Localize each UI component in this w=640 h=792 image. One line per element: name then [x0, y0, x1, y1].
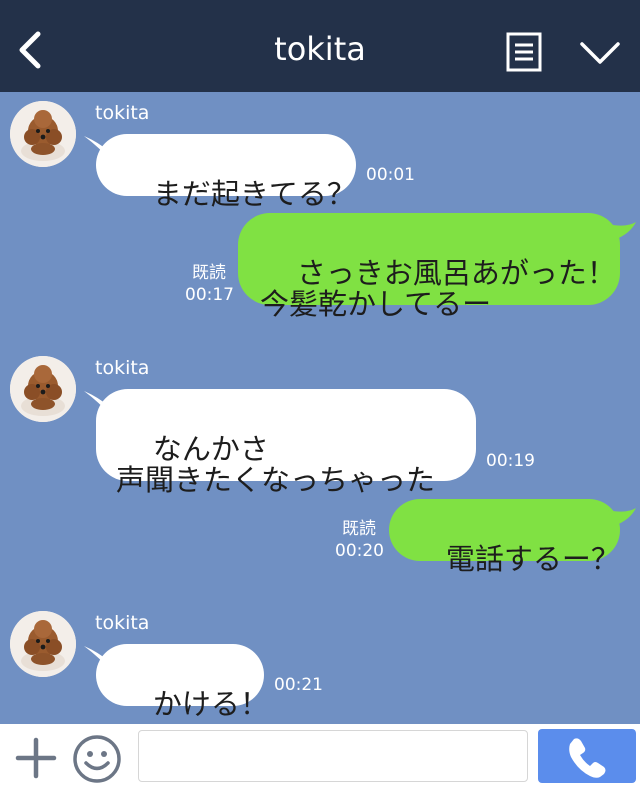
dog-avatar-icon — [10, 611, 76, 677]
note-button[interactable] — [506, 32, 542, 72]
message-text: まだ起きてる？ — [152, 177, 356, 211]
avatar[interactable] — [10, 101, 76, 167]
chat-screen: tokita tokita まだ起きてる？ 00:01 既読 00:17 さっき… — [0, 0, 640, 792]
composer-bar — [0, 724, 640, 792]
message-bubble[interactable]: まだ起きてる？ — [96, 134, 356, 210]
message-bubble[interactable]: かける！ — [96, 644, 269, 720]
add-attachment-button[interactable] — [14, 736, 58, 780]
sender-name: tokita — [95, 357, 150, 379]
dog-avatar-icon — [10, 356, 76, 422]
smiley-icon — [73, 735, 121, 783]
message-text: さっきお風呂あがった！ 今髪乾かしてるー — [260, 256, 616, 321]
message-bubble[interactable]: なんかさ 声聞きたくなっちゃった — [96, 389, 476, 496]
chat-header: tokita — [0, 0, 640, 92]
avatar[interactable] — [10, 611, 76, 677]
phone-icon — [569, 738, 606, 778]
sender-name: tokita — [95, 102, 150, 124]
sender-name: tokita — [95, 612, 150, 634]
read-receipt: 既読 — [192, 263, 226, 283]
menu-toggle-button[interactable] — [578, 36, 622, 68]
message-time: 00:21 — [274, 675, 323, 695]
bubble-tail — [608, 508, 636, 526]
message-text: 電話するー？ — [445, 542, 620, 576]
message-bubble[interactable]: さっきお風呂あがった！ 今髪乾かしてるー — [238, 213, 620, 320]
chevron-down-icon — [580, 42, 620, 64]
call-button[interactable] — [538, 729, 636, 783]
chat-title: tokita — [274, 30, 366, 68]
message-input[interactable] — [138, 730, 528, 782]
emoji-button[interactable] — [72, 734, 122, 784]
message-time: 00:01 — [366, 165, 415, 185]
message-time: 00:19 — [486, 451, 535, 471]
bubble-tail — [608, 222, 636, 240]
read-receipt: 既読 — [342, 519, 376, 539]
message-text: なんかさ 声聞きたくなっちゃった — [116, 432, 436, 497]
dog-avatar-icon — [10, 101, 76, 167]
note-icon — [506, 32, 542, 72]
message-bubble[interactable]: 電話するー？ — [389, 499, 620, 575]
message-text: かける！ — [152, 687, 269, 721]
plus-icon — [15, 737, 57, 779]
message-time: 00:17 — [185, 285, 234, 305]
avatar[interactable] — [10, 356, 76, 422]
message-time: 00:20 — [335, 541, 384, 561]
